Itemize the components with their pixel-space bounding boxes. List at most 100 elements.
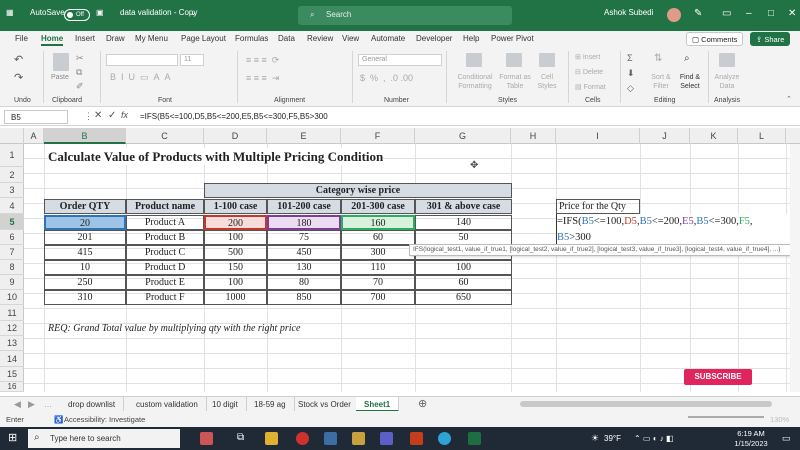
table-cell[interactable]: 300 <box>341 245 415 260</box>
col-header-h[interactable]: H <box>511 128 556 144</box>
analyze-data-icon[interactable] <box>719 53 735 67</box>
delete-cells-button[interactable]: ⊟ Delete <box>575 68 603 76</box>
row-header[interactable]: 12 <box>0 321 24 336</box>
cell-styles-icon[interactable] <box>539 53 555 67</box>
table-cell[interactable]: 650 <box>415 290 512 305</box>
table-cell[interactable]: 10 <box>44 260 126 275</box>
row-header[interactable]: 13 <box>0 336 24 351</box>
col-header-b[interactable]: B <box>44 128 126 144</box>
col-header-e[interactable]: E <box>267 128 341 144</box>
more-sheets-icon[interactable]: … <box>36 397 60 412</box>
table-cell[interactable]: 50 <box>415 230 512 245</box>
close-icon[interactable]: ✕ <box>788 8 796 19</box>
requirement-note[interactable]: REQ: Grand Total value by multiplying qt… <box>48 321 300 336</box>
avatar[interactable] <box>667 8 681 22</box>
minimize-icon[interactable]: – <box>746 8 752 19</box>
undo-icon[interactable]: ↶ <box>14 53 23 66</box>
number-buttons[interactable]: $ % , .0 .00 <box>360 73 413 83</box>
table-cell[interactable]: 100 <box>204 230 267 245</box>
row-header[interactable]: 7 <box>0 245 24 260</box>
row-header[interactable]: 8 <box>0 260 24 275</box>
table-cell[interactable]: 75 <box>267 230 341 245</box>
ribbon-display-icon[interactable]: ▭ <box>722 8 731 19</box>
tab-home[interactable]: Home <box>41 34 64 46</box>
col-header-l[interactable]: L <box>738 128 786 144</box>
table-cell-b5[interactable]: 20 <box>44 215 126 230</box>
tab-help[interactable]: Help <box>463 34 479 43</box>
opera-icon[interactable] <box>296 432 309 445</box>
search-box[interactable]: ⌕ Search <box>298 6 512 25</box>
chevron-down-icon[interactable]: ⌄ <box>190 8 197 17</box>
row-header[interactable]: 15 <box>0 367 24 382</box>
table-cell-f5[interactable]: 160 <box>341 215 415 230</box>
table-cell[interactable]: Product C <box>126 245 204 260</box>
app-icon[interactable] <box>200 432 213 445</box>
app-icon[interactable] <box>324 432 337 445</box>
col-header-j[interactable]: J <box>640 128 690 144</box>
col-header-k[interactable]: K <box>690 128 738 144</box>
insert-cells-button[interactable]: ⊞ Insert <box>575 53 600 61</box>
select-all-corner[interactable] <box>0 128 24 144</box>
conditional-formatting-icon[interactable] <box>466 53 482 67</box>
weather-temp[interactable]: 39°F <box>604 434 621 443</box>
tab-power-pivot[interactable]: Power Pivot <box>491 34 534 43</box>
format-painter-icon[interactable]: ✐ <box>76 81 84 92</box>
pen-icon[interactable]: ✎ <box>694 8 702 19</box>
analyze-data-label[interactable]: Analyze Data <box>712 73 742 91</box>
fill-icon[interactable]: ⬇ <box>627 68 635 79</box>
table-cell[interactable]: 140 <box>415 215 512 230</box>
col-header-i[interactable]: I <box>556 128 640 144</box>
row-header[interactable]: 16 <box>0 382 24 392</box>
teams-icon[interactable] <box>380 432 393 445</box>
sheet-tab[interactable]: Stock vs Order <box>290 397 360 412</box>
cell-edit-i5[interactable]: =IFS(B5<=100,D5,B5<=200,E5,B5<=300,F5, B… <box>556 214 800 246</box>
excel-taskbar-icon[interactable] <box>468 432 481 445</box>
app-icon[interactable] <box>438 432 451 445</box>
powerpoint-icon[interactable] <box>410 432 423 445</box>
table-cell[interactable]: 415 <box>44 245 126 260</box>
redo-icon[interactable]: ↷ <box>14 71 23 84</box>
fx-icon[interactable]: fx <box>121 110 128 120</box>
cancel-icon[interactable]: ✕ <box>94 110 102 121</box>
col-header-g[interactable]: G <box>415 128 511 144</box>
file-explorer-icon[interactable] <box>265 432 278 445</box>
enter-icon[interactable]: ✓ <box>108 110 116 121</box>
font-name-box[interactable] <box>106 54 178 66</box>
header-101-200[interactable]: 101-200 case <box>267 199 341 214</box>
col-header-c[interactable]: C <box>126 128 204 144</box>
table-cell-d5[interactable]: 200 <box>204 215 267 230</box>
zoom-slider[interactable] <box>688 416 764 418</box>
header-201-300[interactable]: 201-300 case <box>341 199 415 214</box>
table-cell[interactable]: 700 <box>341 290 415 305</box>
alignment-buttons-row2[interactable]: ≡ ≡ ≡ ⇥ <box>246 73 279 84</box>
horizontal-scrollbar[interactable] <box>520 401 772 407</box>
table-cell[interactable]: 201 <box>44 230 126 245</box>
zoom-level[interactable]: 130% <box>770 415 789 424</box>
header-1-100[interactable]: 1-100 case <box>204 199 267 214</box>
subscribe-badge[interactable]: SUBSCRIBE <box>684 369 752 385</box>
clock-time[interactable]: 6:19 AM <box>734 429 768 438</box>
table-cell[interactable]: 450 <box>267 245 341 260</box>
tab-my-menu[interactable]: My Menu <box>135 34 168 43</box>
tab-developer[interactable]: Developer <box>416 34 452 43</box>
price-label[interactable]: Price for the Qty <box>556 199 640 214</box>
table-cell[interactable]: 60 <box>341 230 415 245</box>
share-button[interactable]: ⇪ Share <box>750 32 791 46</box>
format-as-table-icon[interactable] <box>506 53 522 67</box>
tab-view[interactable]: View <box>342 34 359 43</box>
collapse-ribbon-icon[interactable]: ⌃ <box>786 95 792 103</box>
row-header[interactable]: 14 <box>0 351 24 367</box>
cut-icon[interactable]: ✂ <box>76 53 84 64</box>
copy-icon[interactable]: ⧉ <box>76 67 82 78</box>
font-style-buttons[interactable]: B I U ▭ A A <box>110 72 171 83</box>
table-cell[interactable]: 250 <box>44 275 126 290</box>
header-301-above[interactable]: 301 & above case <box>415 199 512 214</box>
table-cell[interactable]: 310 <box>44 290 126 305</box>
table-cell[interactable]: 60 <box>415 275 512 290</box>
table-cell[interactable]: 850 <box>267 290 341 305</box>
table-cell-e5[interactable]: 180 <box>267 215 341 230</box>
format-as-table-label[interactable]: Format as Table <box>496 73 534 91</box>
sheet-tab-active[interactable]: Sheet1 <box>356 397 400 412</box>
table-cell[interactable]: 130 <box>267 260 341 275</box>
worksheet-grid[interactable]: Calculate Value of Products with Multipl… <box>24 144 800 392</box>
